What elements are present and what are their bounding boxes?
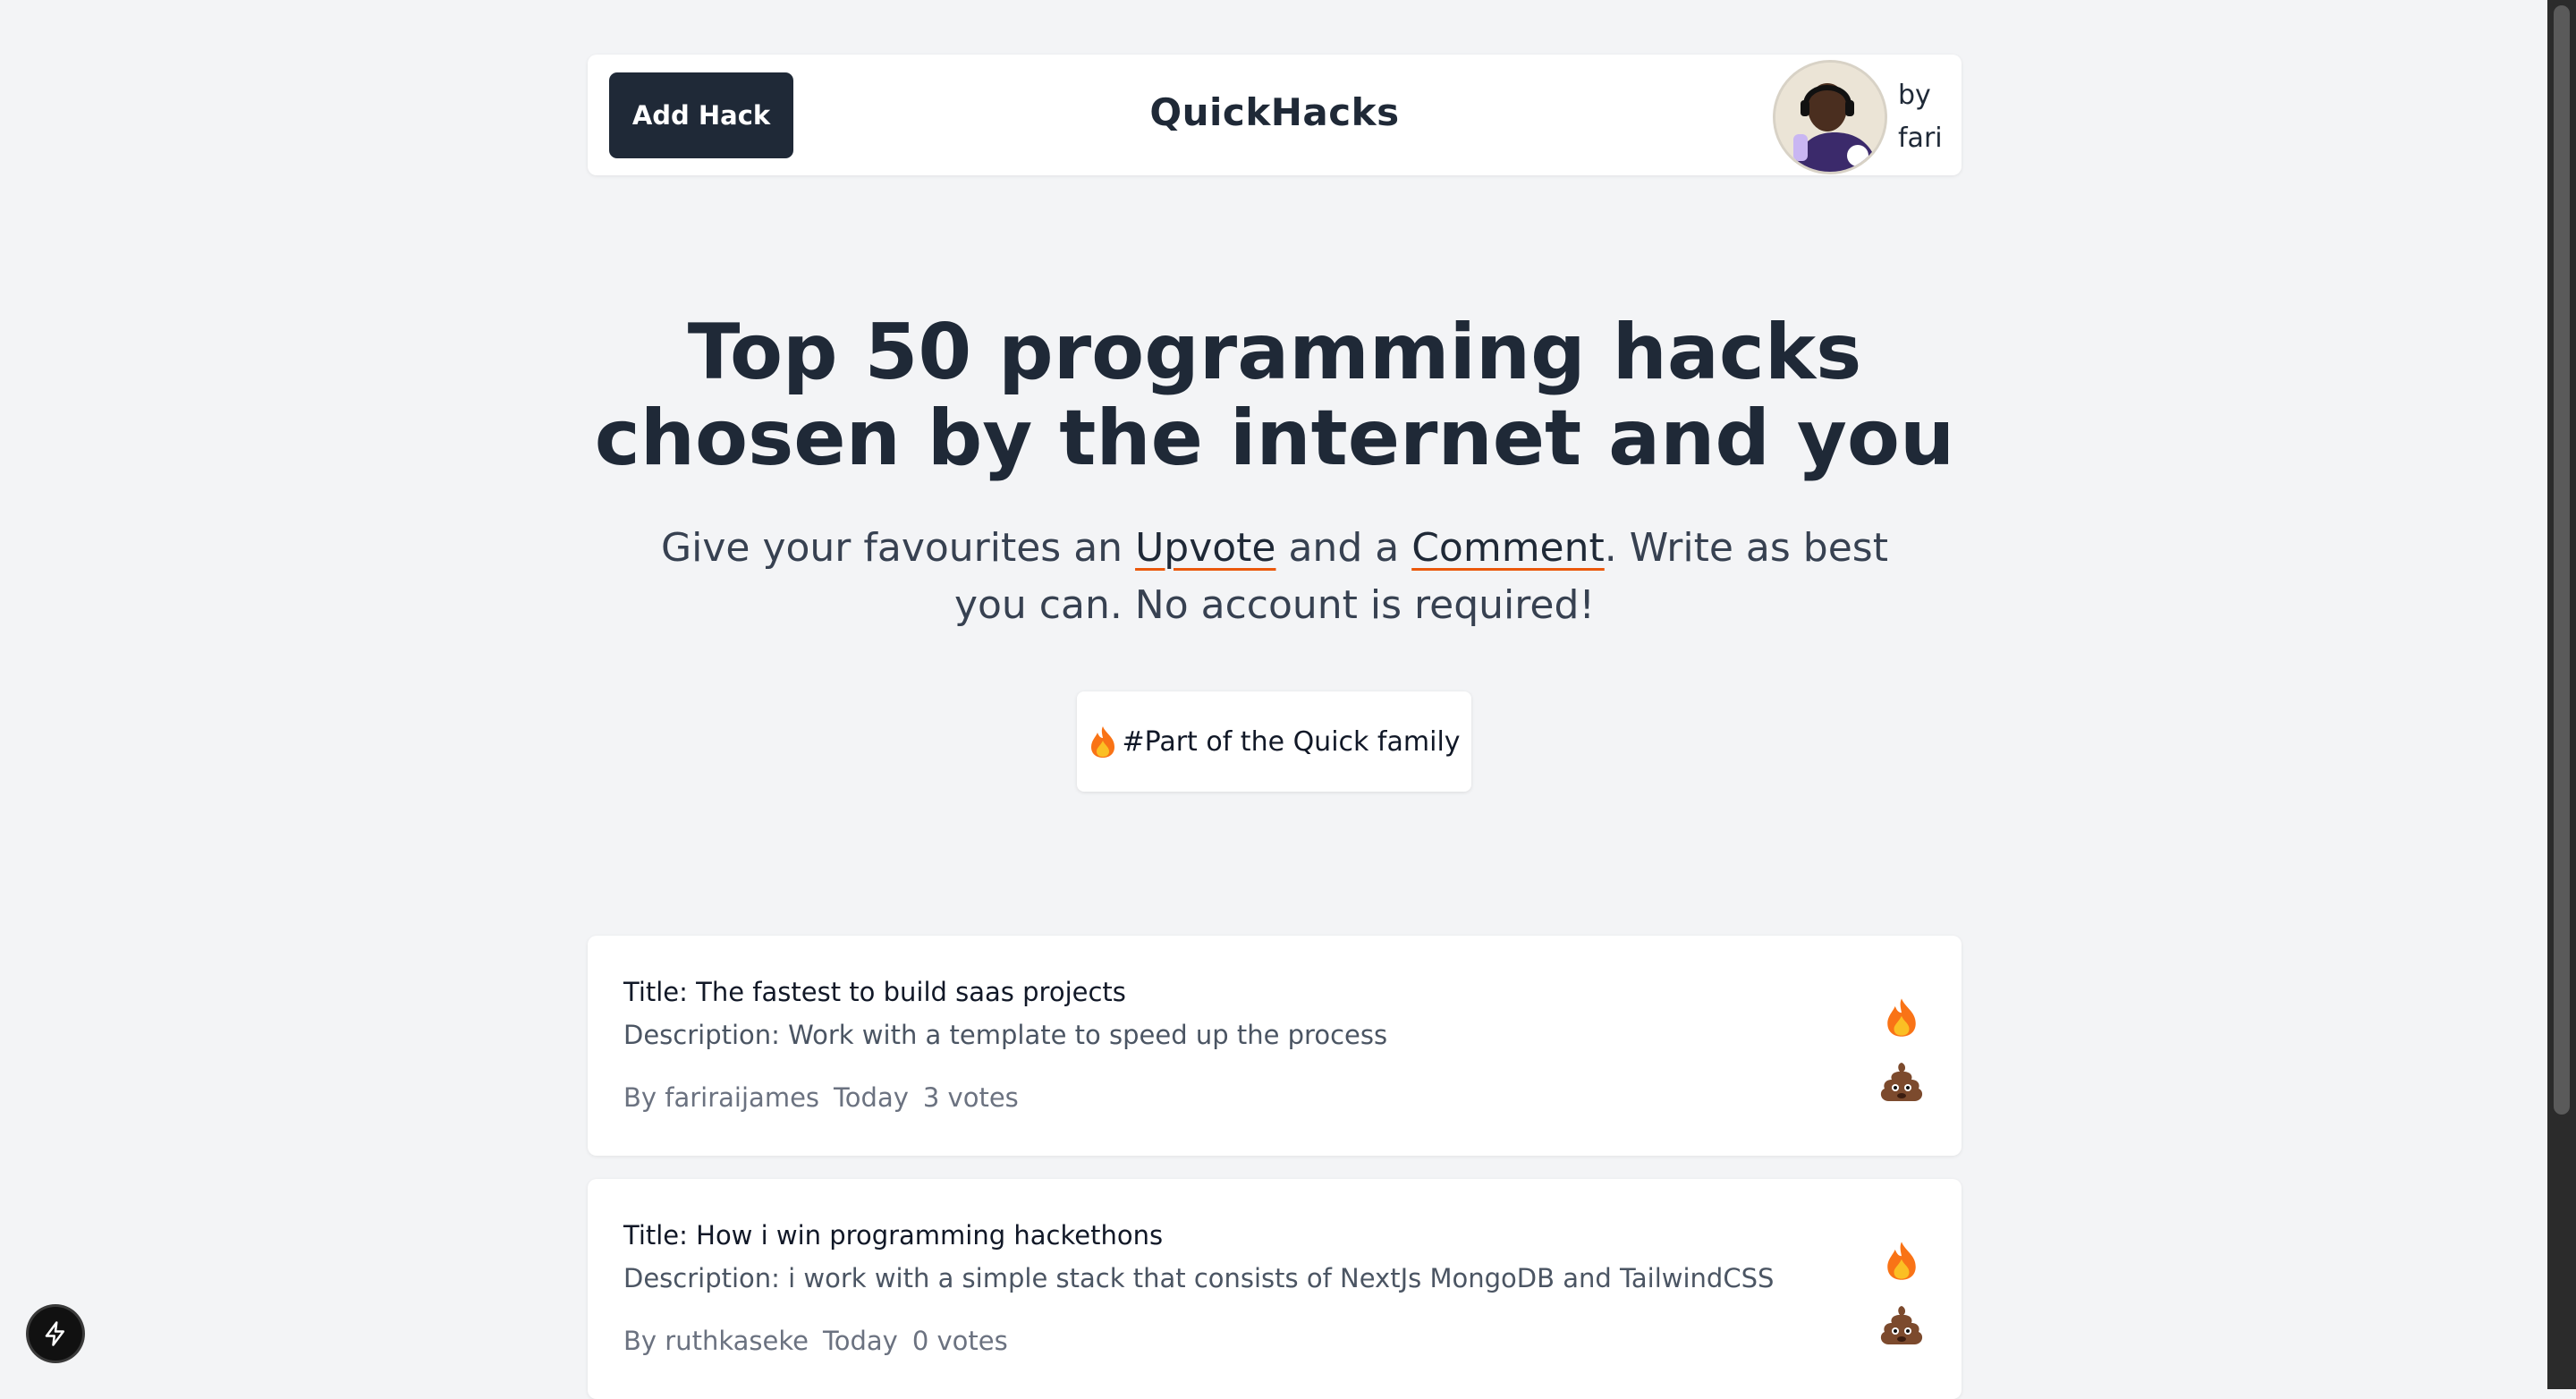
author-avatar [1773, 60, 1887, 174]
avatar-photo [1775, 63, 1885, 172]
downvote-button[interactable] [1876, 1056, 1928, 1107]
hack-description: Description: Work with a template to spe… [623, 1020, 1388, 1050]
downvote-button[interactable] [1876, 1299, 1928, 1351]
hero-title: Top 50 programming hacks chosen by the i… [594, 308, 1955, 483]
fire-icon [1887, 998, 1916, 1037]
fire-icon [1887, 1242, 1916, 1280]
family-badge-label: #Part of the Quick family [1122, 725, 1461, 758]
author-byline: by fari [1898, 74, 1943, 160]
hack-card: Title: The fastest to build saas project… [588, 936, 1962, 1156]
hack-author: By ruthkaseke [623, 1326, 809, 1356]
poop-icon [1880, 1063, 1923, 1101]
hack-card: Title: How i win programming hackethons … [588, 1179, 1962, 1399]
upvote-button[interactable] [1876, 1234, 1928, 1286]
hack-title[interactable]: Title: How i win programming hackethons [623, 1220, 1163, 1251]
hack-meta: By fariraijames Today 3 votes [623, 1082, 1019, 1113]
page-scrollbar[interactable] [2547, 0, 2576, 1389]
poop-icon [1880, 1306, 1923, 1344]
hack-date: Today [822, 1326, 898, 1356]
brand-title: QuickHacks [1149, 90, 1400, 134]
hack-description: Description: i work with a simple stack … [623, 1263, 1775, 1293]
hack-meta: By ruthkaseke Today 0 votes [623, 1326, 1008, 1356]
quick-family-badge[interactable]: #Part of the Quick family [1077, 691, 1471, 792]
hack-title[interactable]: Title: The fastest to build saas project… [623, 977, 1126, 1007]
hack-date: Today [834, 1082, 909, 1113]
top-navbar: Add Hack QuickHacks by fari [588, 55, 1962, 175]
comment-link[interactable]: Comment [1411, 525, 1605, 571]
fire-icon [1091, 726, 1115, 758]
hero-sub-text-1: Give your favourites an [661, 525, 1136, 571]
hack-votes: 3 votes [922, 1082, 1019, 1113]
upvote-link[interactable]: Upvote [1135, 525, 1275, 571]
hero-subtitle: Give your favourites an Upvote and a Com… [632, 520, 1917, 634]
hack-author: By fariraijames [623, 1082, 820, 1113]
hero-sub-text-2: and a [1275, 525, 1412, 571]
scrollbar-thumb[interactable] [2554, 5, 2570, 1115]
floating-bolt-button[interactable] [29, 1307, 82, 1361]
by-label: by [1898, 80, 1931, 111]
lightning-bolt-icon [45, 1321, 64, 1346]
upvote-button[interactable] [1876, 991, 1928, 1043]
hack-votes: 0 votes [911, 1326, 1008, 1356]
author-name[interactable]: fari [1898, 117, 1943, 160]
